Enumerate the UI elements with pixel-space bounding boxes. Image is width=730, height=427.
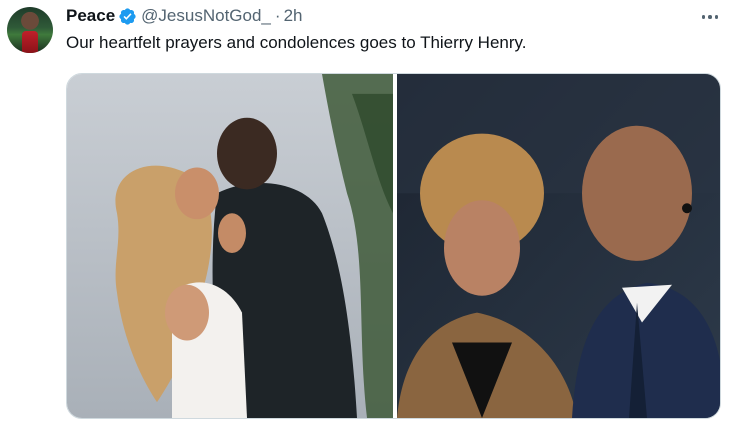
- author-handle[interactable]: @JesusNotGod_: [141, 6, 271, 26]
- author-name[interactable]: Peace: [66, 6, 115, 26]
- avatar[interactable]: [7, 7, 53, 53]
- tweet-header: Peace @JesusNotGod_ · 2h: [66, 5, 302, 27]
- verified-badge-icon: [119, 7, 136, 25]
- more-dots-icon[interactable]: [696, 7, 724, 27]
- separator-dot: ·: [274, 6, 281, 25]
- photo-couple-kissing[interactable]: [67, 74, 393, 418]
- tweet-text: Our heartfelt prayers and condolences go…: [66, 33, 527, 52]
- photo-henry-and-partner[interactable]: [397, 74, 720, 418]
- timestamp[interactable]: 2h: [284, 6, 303, 26]
- avatar-figure: [22, 31, 38, 53]
- media-grid: [66, 73, 721, 419]
- tweet: Peace @JesusNotGod_ · 2h Our heartfelt p…: [0, 0, 730, 427]
